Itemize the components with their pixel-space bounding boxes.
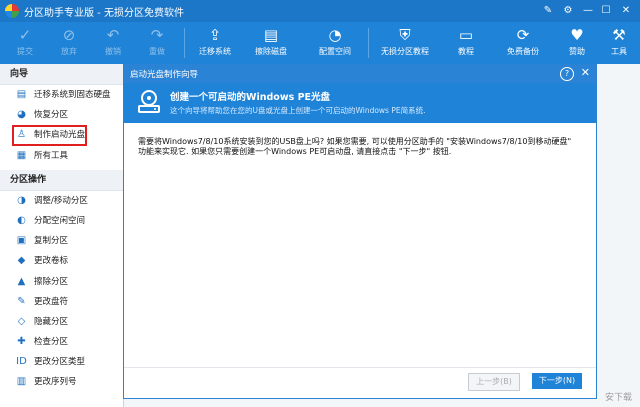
tag-icon: ◆ <box>17 255 26 267</box>
submit-button[interactable]: ✓ 提交 <box>6 22 44 64</box>
settings-icon[interactable]: ⚙ <box>560 3 576 19</box>
shield-icon: ⛨ <box>399 26 411 44</box>
check-icon: ✓ <box>18 26 32 44</box>
body-text-line-1: 需要将Windows7/8/10系统安装到您的USB盘上吗? 如果您需要, 可以… <box>138 137 572 146</box>
dialog-title: 启动光盘制作向导 <box>130 70 199 80</box>
redo-icon: ↷ <box>150 26 164 44</box>
pie-chart-icon: ◕ <box>17 109 26 121</box>
serial-icon: ▥ <box>16 376 27 388</box>
allocate-space-button[interactable]: ◔ 配置空间 <box>310 22 360 64</box>
undo-icon: ↶ <box>106 26 120 44</box>
book-icon: ▭ <box>458 26 474 44</box>
sidebar-item-hide[interactable]: ◇ 隐藏分区 <box>0 312 123 332</box>
minimize-button[interactable]: — <box>580 3 596 19</box>
migrate-icon: ▤ <box>16 89 27 100</box>
body-text-line-2: 功能来实现它. 如果您只需要创建一个Windows PE可启动盘, 请直接点击 … <box>138 147 452 156</box>
tutorial-button[interactable]: ▭ 教程 <box>446 22 486 64</box>
sidebar-item-migrate-ssd[interactable]: ▤ 迁移系统到固态硬盘 <box>0 85 123 105</box>
sidebar-item-all-tools[interactable]: ▦ 所有工具 <box>0 146 123 166</box>
sidebar-item-wipe[interactable]: ▲ 擦除分区 <box>0 272 123 292</box>
banner-title: 创建一个可启动的Windows PE光盘 <box>170 92 331 103</box>
heart-icon: ♥ <box>570 26 584 44</box>
check-disk-icon: ✚ <box>17 336 26 348</box>
sidebar-item-copy[interactable]: ▣ 复制分区 <box>0 231 123 251</box>
sidebar-item-drive-letter[interactable]: ✎ 更改盘符 <box>0 292 123 312</box>
dialog-banner: 创建一个可启动的Windows PE光盘 这个向导将帮助您在您的U盘或光盘上创建… <box>124 83 596 123</box>
allocate-icon: ◐ <box>17 214 26 226</box>
wrench-icon: ⚒ <box>612 26 626 44</box>
boot-disc-icon <box>138 90 160 113</box>
boot-disc-wizard-dialog: 启动光盘制作向导 ? ✕ 创建一个可启动的Windows PE光盘 这个向导将帮… <box>123 64 597 399</box>
window-title: 分区助手专业版 - 无损分区免费软件 <box>24 8 184 19</box>
sidebar-item-allocate[interactable]: ◐ 分配空闲空间 <box>0 211 123 231</box>
grid-icon: ▦ <box>16 149 27 161</box>
discard-button[interactable]: ⊘ 放弃 <box>50 22 88 64</box>
maximize-button[interactable]: ☐ <box>598 3 614 19</box>
copy-icon: ▣ <box>16 235 27 247</box>
close-button[interactable]: ✕ <box>618 3 634 19</box>
erase-icon: ▤ <box>263 26 279 44</box>
sidebar-item-resize[interactable]: ◑ 调整/移动分区 <box>0 191 123 211</box>
toolbar: ✓ 提交 ⊘ 放弃 ↶ 撤销 ↷ 重做 ⇪ 迁移系统 ▤ 擦除磁盘 ◔ 配置空间… <box>0 22 640 64</box>
resize-icon: ◑ <box>17 194 26 206</box>
sidebar-item-recover-partition[interactable]: ◕ 恢复分区 <box>0 105 123 125</box>
dialog-body: 需要将Windows7/8/10系统安装到您的USB盘上吗? 如果您需要, 可以… <box>138 137 578 157</box>
wipe-icon: ▲ <box>17 275 26 287</box>
sidebar-item-boot-disc[interactable]: ♙ 制作启动光盘 <box>12 125 87 146</box>
partition-tutorial-button[interactable]: ⛨ 无损分区教程 <box>374 22 436 64</box>
migrate-system-button[interactable]: ⇪ 迁移系统 <box>192 22 238 64</box>
toolbar-separator <box>368 28 369 58</box>
drive-letter-icon: ✎ <box>17 295 26 307</box>
free-backup-button[interactable]: ⟳ 免费备份 <box>498 22 548 64</box>
dialog-title-bar: 启动光盘制作向导 ? ✕ <box>124 65 596 83</box>
watermark: 安下载 <box>604 393 632 403</box>
toolbar-separator <box>184 28 185 58</box>
forbid-icon: ⊘ <box>62 26 76 44</box>
tools-button[interactable]: ⚒ 工具 <box>602 22 636 64</box>
banner-subtitle: 这个向导将帮助您在您的U盘或光盘上创建一个可启动的Windows PE简系统. <box>170 106 426 115</box>
erase-disk-button[interactable]: ▤ 擦除磁盘 <box>248 22 294 64</box>
user-disc-icon: ♙ <box>17 129 26 141</box>
migrate-icon: ⇪ <box>208 26 222 44</box>
id-icon: ID <box>16 356 27 368</box>
backup-icon: ⟳ <box>516 26 530 44</box>
previous-button[interactable]: 上一步(B) <box>468 373 520 391</box>
sidebar-item-type[interactable]: ID 更改分区类型 <box>0 352 123 372</box>
redo-button[interactable]: ↷ 重做 <box>138 22 176 64</box>
pie-chart-icon: ◔ <box>328 26 342 44</box>
skin-icon[interactable]: ✎ <box>540 3 556 19</box>
undo-button[interactable]: ↶ 撤销 <box>94 22 132 64</box>
help-icon[interactable]: ? <box>560 67 574 81</box>
dialog-footer-divider <box>124 367 596 368</box>
wizard-section-header: 向导 <box>0 64 123 85</box>
app-logo-icon <box>5 4 19 18</box>
sponsor-button[interactable]: ♥ 赞助 <box>558 22 596 64</box>
sidebar: 向导 ▤ 迁移系统到固态硬盘 ◕ 恢复分区 ♙ 制作启动光盘 ▦ 所有工具 分区… <box>0 64 124 407</box>
sidebar-item-check[interactable]: ✚ 检查分区 <box>0 332 123 352</box>
sidebar-item-label[interactable]: ◆ 更改卷标 <box>0 251 123 271</box>
sidebar-item-serial[interactable]: ▥ 更改序列号 <box>0 372 123 392</box>
hide-icon: ◇ <box>17 315 26 327</box>
dialog-close-icon[interactable]: ✕ <box>581 66 590 79</box>
ops-section-header: 分区操作 <box>0 169 123 191</box>
next-button[interactable]: 下一步(N) <box>532 373 582 389</box>
title-bar: 分区助手专业版 - 无损分区免费软件 ✎ ⚙ — ☐ ✕ <box>0 0 640 22</box>
